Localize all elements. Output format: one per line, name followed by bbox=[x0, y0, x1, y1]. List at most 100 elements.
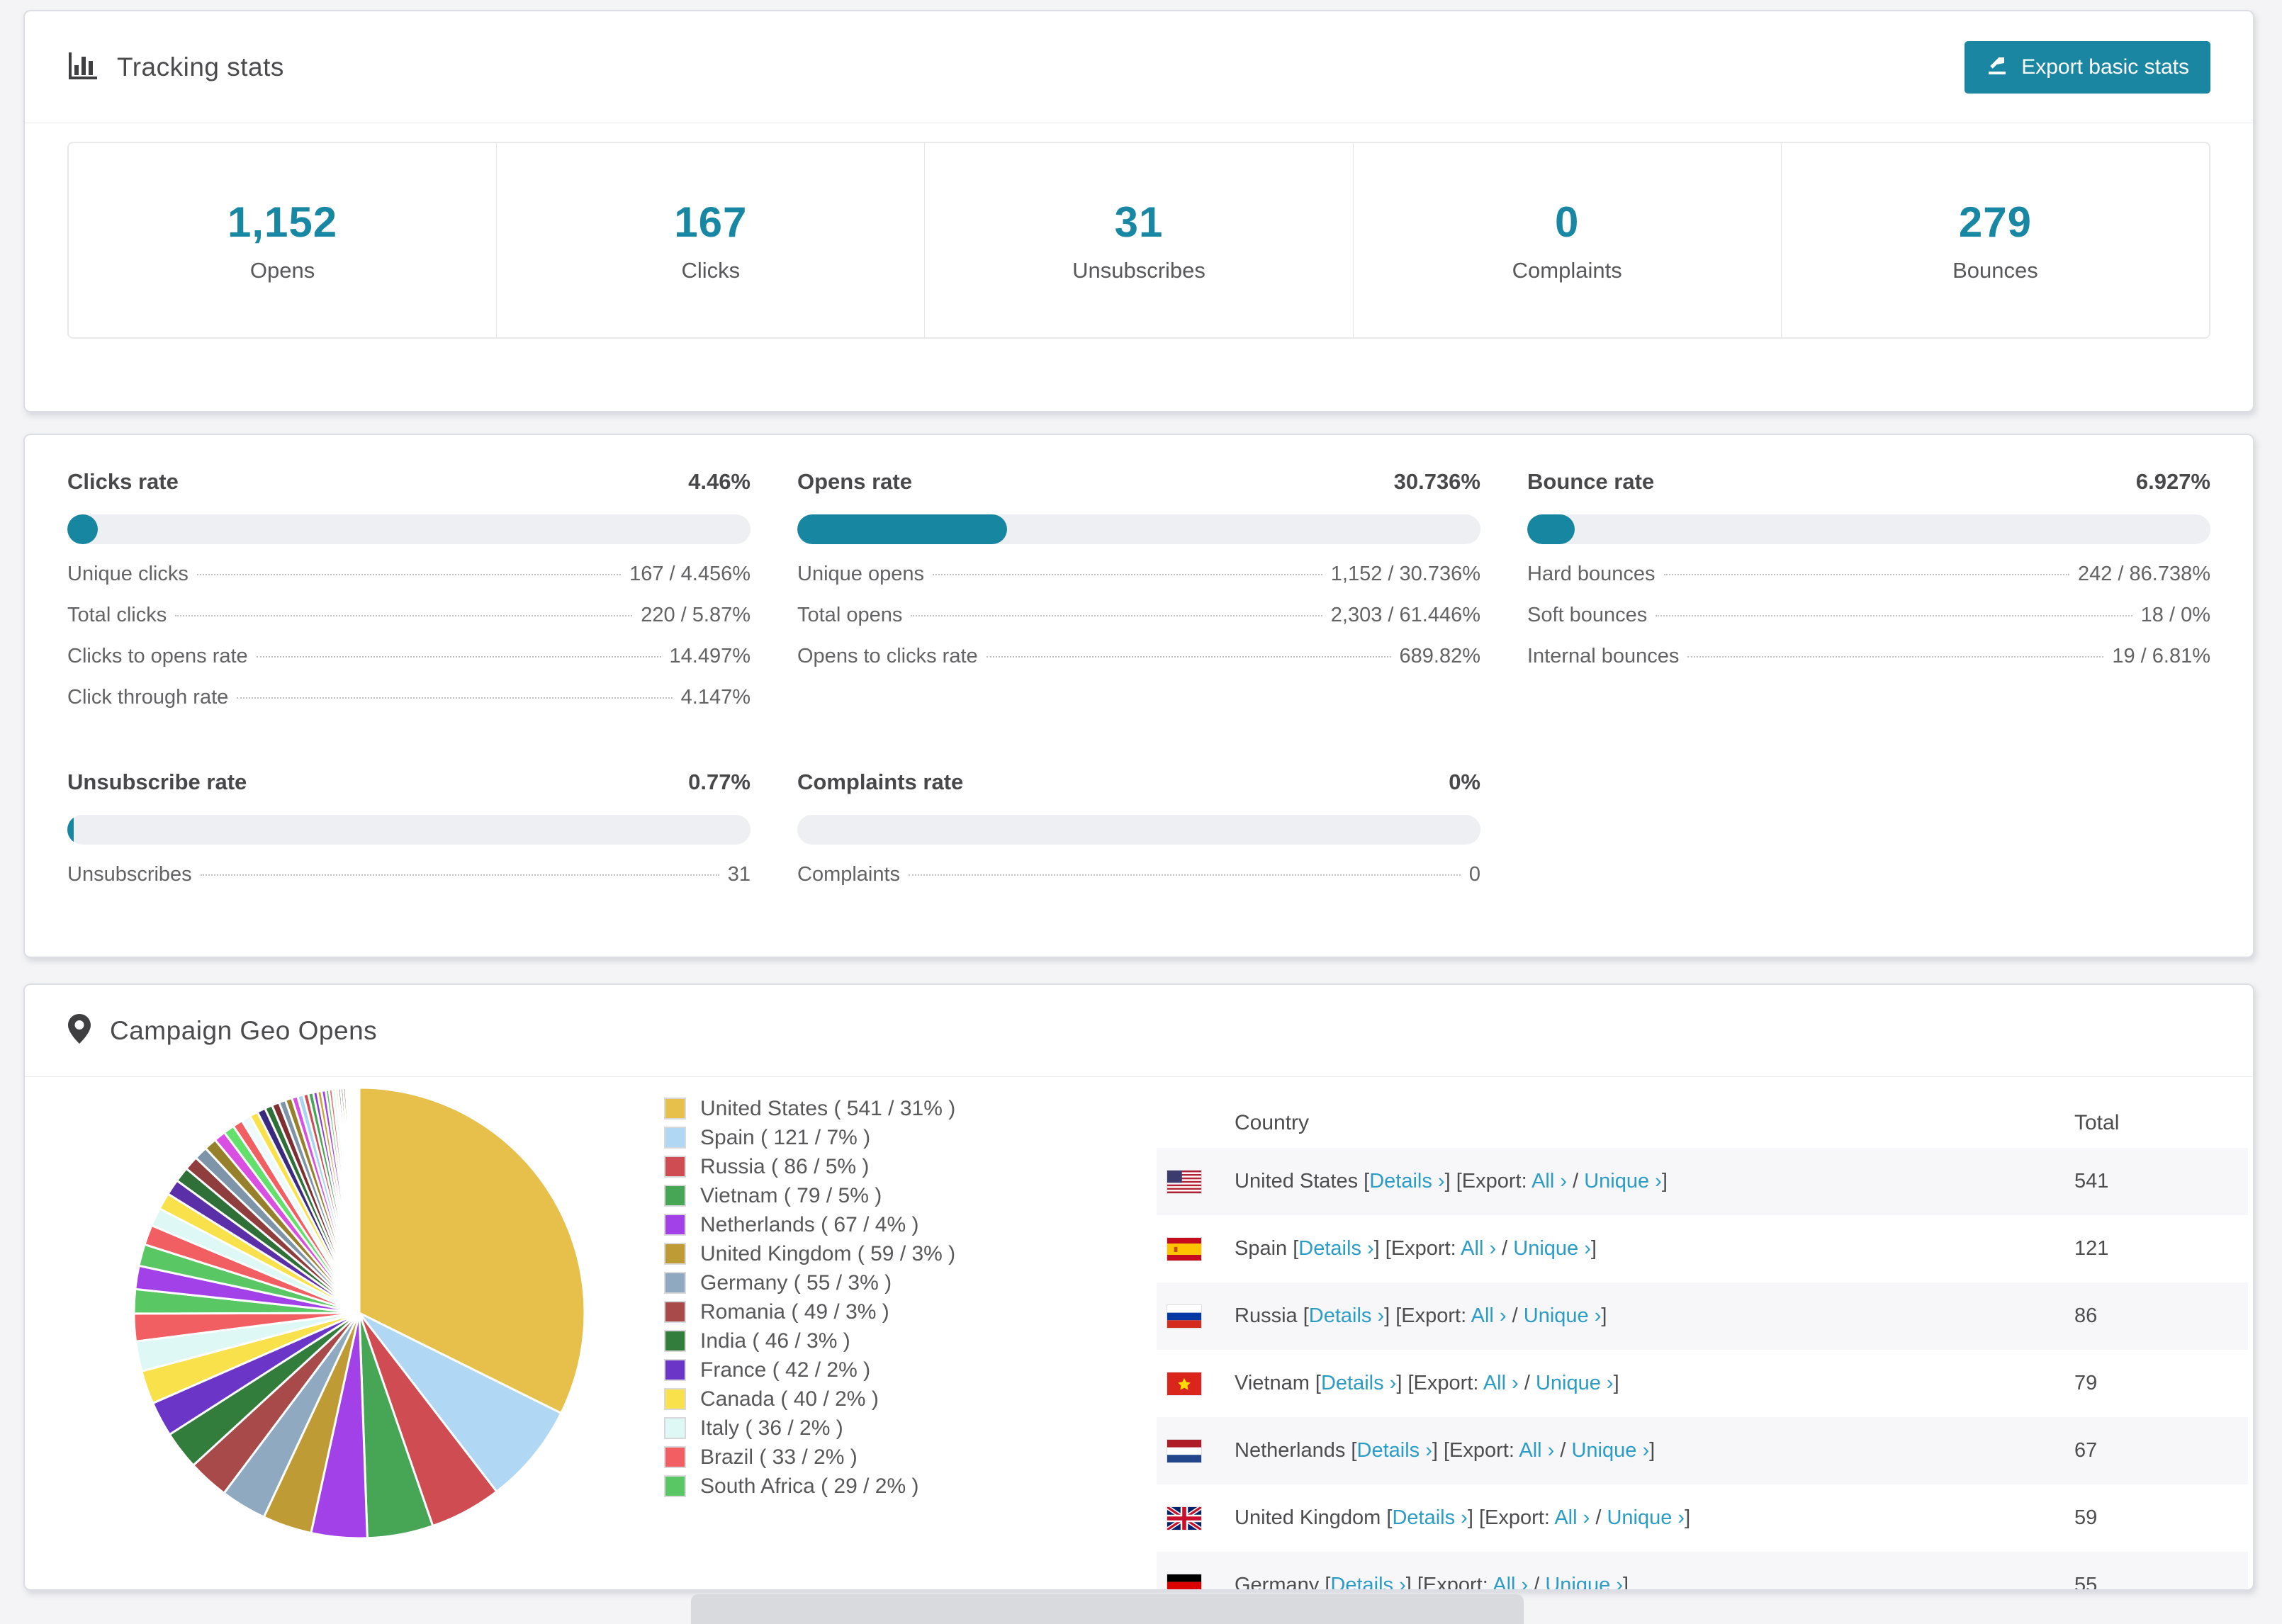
rate-progress-fill bbox=[797, 514, 1008, 544]
legend-swatch bbox=[664, 1127, 686, 1149]
rate-block-header: Opens rate 30.736% bbox=[797, 468, 1480, 496]
details-link[interactable]: Details › bbox=[1309, 1304, 1384, 1327]
country-cell: Russia [Details ›] [Export: All › / Uniq… bbox=[1235, 1304, 2074, 1328]
rate-row-value: 2,303 / 61.446% bbox=[1330, 604, 1480, 626]
export-unique-link[interactable]: Unique › bbox=[1513, 1237, 1591, 1260]
export-unique-link[interactable]: Unique › bbox=[1584, 1170, 1662, 1192]
table-row: Russia [Details ›] [Export: All › / Uniq… bbox=[1157, 1282, 2248, 1350]
rate-row: Opens to clicks rate 689.82% bbox=[797, 645, 1480, 686]
horizontal-scrollbar-thumb[interactable] bbox=[691, 1594, 1524, 1624]
summary-stat-value: 279 bbox=[1958, 198, 2032, 246]
pie-chart-svg bbox=[133, 1086, 586, 1540]
details-link[interactable]: Details › bbox=[1392, 1506, 1467, 1529]
summary-stat-label: Bounces bbox=[1952, 257, 2038, 283]
summary-stat-label: Clicks bbox=[681, 257, 741, 283]
rate-row: Total clicks 220 / 5.87% bbox=[67, 604, 751, 645]
de-flag-icon bbox=[1167, 1573, 1202, 1589]
country-cell: Germany [Details ›] [Export: All › / Uni… bbox=[1235, 1574, 2074, 1591]
country-cell: United States [Details ›] [Export: All ›… bbox=[1235, 1170, 2074, 1193]
nl-flag-icon bbox=[1167, 1438, 1202, 1463]
country-cell: Spain [Details ›] [Export: All › / Uniqu… bbox=[1235, 1237, 2074, 1261]
rate-block: Bounce rate 6.927% Hard bounces 242 / 86.73… bbox=[1527, 468, 2210, 727]
rate-title: Unsubscribe rate bbox=[67, 769, 247, 794]
slash-separator: / bbox=[1496, 1237, 1514, 1260]
summary-stat-cell: 167 Clicks bbox=[496, 143, 924, 337]
rate-row-label: Total clicks bbox=[67, 604, 167, 626]
export-label: ] [Export: bbox=[1396, 1372, 1483, 1394]
dotted-leader bbox=[196, 574, 622, 575]
rate-block-header: Complaints rate 0% bbox=[797, 768, 1480, 796]
rate-row-value: 220 / 5.87% bbox=[641, 604, 751, 626]
export-all-link[interactable]: All › bbox=[1519, 1439, 1554, 1462]
total-cell: 541 bbox=[2074, 1170, 2109, 1192]
rate-row-value: 0 bbox=[1468, 863, 1480, 886]
country-name: United States [ bbox=[1235, 1170, 1370, 1192]
rate-row-label: Clicks to opens rate bbox=[67, 645, 248, 667]
export-all-link[interactable]: All › bbox=[1461, 1237, 1496, 1260]
legend-swatch bbox=[664, 1330, 686, 1352]
legend-label: United States ( 541 / 31% ) bbox=[700, 1096, 956, 1120]
table-row: United Kingdom [Details ›] [Export: All … bbox=[1157, 1484, 2248, 1552]
table-row: Vietnam [Details ›] [Export: All › / Uni… bbox=[1157, 1350, 2248, 1417]
rate-block-header: Unsubscribe rate 0.77% bbox=[67, 768, 751, 796]
legend-swatch bbox=[664, 1098, 686, 1120]
export-all-link[interactable]: All › bbox=[1493, 1574, 1528, 1589]
export-unique-link[interactable]: Unique › bbox=[1571, 1439, 1649, 1462]
us-flag-icon bbox=[1167, 1169, 1202, 1194]
country-name: United Kingdom [ bbox=[1235, 1506, 1393, 1529]
rate-row-label: Click through rate bbox=[67, 686, 229, 709]
bar-chart-icon bbox=[67, 50, 99, 84]
export-all-link[interactable]: All › bbox=[1471, 1304, 1507, 1327]
rate-row-value: 19 / 6.81% bbox=[2112, 645, 2210, 667]
dotted-leader bbox=[986, 656, 1391, 658]
rate-value: 0.77% bbox=[688, 769, 751, 794]
rate-title: Clicks rate bbox=[67, 469, 179, 494]
rate-progress-fill bbox=[67, 815, 74, 845]
rate-rows: Hard bounces 242 / 86.738% Soft bounces 18 … bbox=[1527, 563, 2210, 686]
export-unique-link[interactable]: Unique › bbox=[1524, 1304, 1602, 1327]
export-label: ] [Export: bbox=[1467, 1506, 1555, 1529]
export-all-link[interactable]: All › bbox=[1483, 1372, 1519, 1394]
legend-swatch bbox=[664, 1156, 686, 1178]
legend-item: Italy ( 36 / 2% ) bbox=[664, 1414, 955, 1443]
dotted-leader bbox=[1687, 656, 2104, 658]
export-basic-stats-button[interactable]: Export basic stats bbox=[1965, 40, 2210, 94]
details-link[interactable]: Details › bbox=[1321, 1372, 1396, 1394]
export-label: ] [Export: bbox=[1432, 1439, 1519, 1462]
gb-flag-icon bbox=[1167, 1506, 1202, 1530]
geo-opens-pie-chart bbox=[129, 1083, 590, 1543]
dotted-leader bbox=[237, 697, 673, 699]
country-name: Germany [ bbox=[1235, 1574, 1331, 1591]
legend-label: India ( 46 / 3% ) bbox=[700, 1329, 850, 1353]
rate-row: Soft bounces 18 / 0% bbox=[1527, 604, 2210, 645]
closing-bracket: ] bbox=[1601, 1304, 1607, 1327]
page-title: Tracking stats bbox=[117, 52, 284, 81]
dotted-leader bbox=[200, 874, 719, 876]
export-unique-link[interactable]: Unique › bbox=[1607, 1506, 1685, 1529]
summary-stat-value: 1,152 bbox=[227, 198, 338, 246]
country-name: Russia [ bbox=[1235, 1304, 1309, 1327]
details-link[interactable]: Details › bbox=[1298, 1237, 1373, 1260]
rate-row-value: 14.497% bbox=[669, 645, 751, 667]
total-column-header: Total bbox=[2074, 1111, 2120, 1134]
dotted-leader bbox=[175, 615, 633, 616]
dotted-leader bbox=[1663, 574, 2069, 575]
rate-row-value: 18 / 0% bbox=[2140, 604, 2210, 626]
details-link[interactable]: Details › bbox=[1357, 1439, 1432, 1462]
export-unique-link[interactable]: Unique › bbox=[1536, 1372, 1614, 1394]
legend-label: Brazil ( 33 / 2% ) bbox=[700, 1445, 858, 1469]
export-unique-link[interactable]: Unique › bbox=[1545, 1574, 1623, 1589]
rate-block: Unsubscribe rate 0.77% Unsubscribes 31 bbox=[67, 768, 751, 904]
summary-stat-label: Opens bbox=[249, 257, 315, 283]
rate-rows: Unsubscribes 31 bbox=[67, 863, 751, 904]
rate-row-label: Opens to clicks rate bbox=[797, 645, 978, 667]
export-icon bbox=[1986, 53, 2008, 81]
summary-stat-label: Unsubscribes bbox=[1072, 257, 1205, 283]
rate-row-label: Complaints bbox=[797, 863, 901, 886]
details-link[interactable]: Details › bbox=[1369, 1170, 1444, 1192]
rate-row-label: Soft bounces bbox=[1527, 604, 1648, 626]
details-link[interactable]: Details › bbox=[1330, 1574, 1405, 1589]
export-all-link[interactable]: All › bbox=[1531, 1170, 1567, 1192]
export-all-link[interactable]: All › bbox=[1554, 1506, 1590, 1529]
rate-row-label: Unsubscribes bbox=[67, 863, 192, 886]
